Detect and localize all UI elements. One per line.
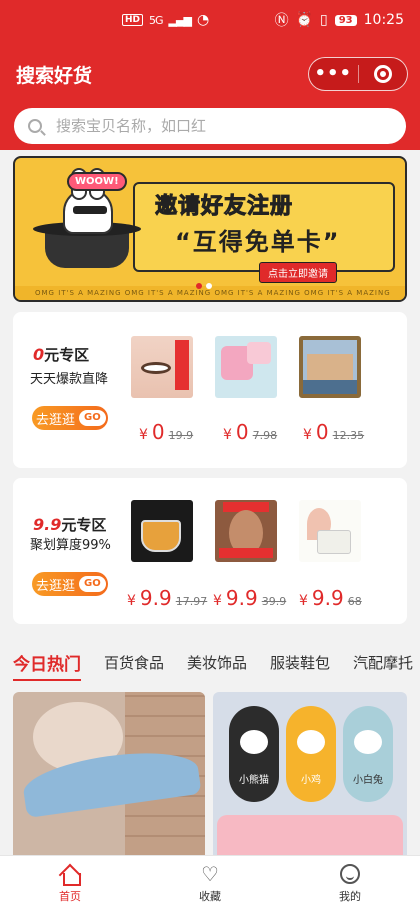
- product-price: ¥0 7.98: [223, 420, 278, 444]
- product-image[interactable]: [215, 500, 277, 562]
- product-image[interactable]: [131, 336, 193, 398]
- tab-auto-moto[interactable]: 汽配摩托: [353, 652, 413, 673]
- tab-beauty[interactable]: 美妆饰品: [187, 652, 247, 673]
- zero-yuan-zone-card: 0元专区 天天爆款直降 去逛逛 GO ¥0 19.9 ¥0 7.98 ¥0 12.35: [13, 312, 407, 468]
- product-price: ¥9.9 39.9: [213, 586, 287, 610]
- zone-subtitle: 天天爆款直降: [30, 372, 109, 387]
- feed-item-image[interactable]: 小熊猫 小鸡 小白兔: [213, 692, 407, 855]
- carousel-dot[interactable]: [196, 283, 202, 289]
- zone-subtitle: 聚划算度99%: [30, 538, 111, 553]
- wifi-icon: ◔: [196, 12, 210, 28]
- banner-badge: WOOW!: [67, 172, 127, 191]
- search-input[interactable]: [56, 117, 356, 135]
- close-button[interactable]: [359, 65, 408, 83]
- browse-button[interactable]: 去逛逛 GO: [32, 572, 108, 596]
- banner-headline: 邀请好友注册: [154, 194, 294, 220]
- nav-label: 我的: [339, 890, 361, 903]
- chick-cup-label: 小鸡: [286, 706, 336, 802]
- bottom-nav: 首页 ♡ 收藏 我的: [0, 855, 420, 910]
- title-bar: 搜索好货 •••: [0, 40, 420, 108]
- tab-apparel[interactable]: 服装鞋包: [270, 652, 330, 673]
- browse-button[interactable]: 去逛逛 GO: [32, 406, 108, 430]
- tab-groceries[interactable]: 百货食品: [104, 652, 164, 673]
- search-icon: [28, 119, 42, 133]
- status-bar: HD 5G ▂▄▆ ◔ Ⓝ ⏰ ▯ 93 10:25: [0, 0, 420, 40]
- feed-item-image[interactable]: [13, 692, 205, 855]
- signal-icon: ▂▄▆: [168, 13, 192, 27]
- nine-yuan-zone-card: 9.9元专区 聚划算度99% 去逛逛 GO ¥9.9 17.97 ¥9.9 39.9 …: [13, 478, 407, 624]
- product-image[interactable]: [131, 500, 193, 562]
- close-icon: [373, 65, 392, 83]
- product-image[interactable]: [299, 500, 361, 562]
- banner-subheadline: “互得免单卡”: [175, 228, 341, 256]
- nav-home[interactable]: 首页: [0, 856, 140, 910]
- product-price: ¥9.9 68: [299, 586, 362, 610]
- vibrate-icon: ▯: [320, 12, 328, 28]
- panda-cup-label: 小熊猫: [229, 706, 279, 802]
- nav-profile[interactable]: 我的: [280, 856, 420, 910]
- invite-button[interactable]: 点击立即邀请: [259, 262, 337, 283]
- carousel-dot[interactable]: [206, 283, 212, 289]
- product-price: ¥0 12.35: [303, 420, 365, 444]
- zone-title: 0元专区: [33, 345, 90, 364]
- user-icon: [340, 864, 360, 884]
- home-icon: [60, 864, 81, 886]
- carousel-indicator: [196, 283, 212, 289]
- nfc-icon: Ⓝ: [274, 13, 289, 29]
- product-image[interactable]: [215, 336, 277, 398]
- promo-banner[interactable]: WOOW! 邀请好友注册 “互得免单卡” 点击立即邀请 OMG IT'S A M…: [13, 156, 407, 302]
- zone-title: 9.9元专区: [33, 515, 107, 534]
- network-label: 5G: [149, 13, 163, 27]
- battery-level: 93: [334, 14, 357, 26]
- product-image[interactable]: [299, 336, 361, 398]
- clock-time: 10:25: [363, 12, 404, 28]
- product-price: ¥0 19.9: [139, 420, 194, 444]
- nav-label: 首页: [59, 890, 81, 903]
- alarm-icon: ⏰: [295, 12, 313, 28]
- search-bar[interactable]: [14, 108, 406, 144]
- nav-favorites[interactable]: ♡ 收藏: [140, 856, 280, 910]
- page-title: 搜索好货: [16, 64, 93, 87]
- mini-program-capsule: •••: [308, 57, 408, 91]
- magic-hat-icon: [33, 222, 141, 268]
- more-menu-button[interactable]: •••: [309, 57, 358, 91]
- rabbit-icon: [63, 168, 113, 234]
- rabbit-cup-label: 小白兔: [343, 706, 393, 802]
- heart-icon: ♡: [201, 862, 219, 886]
- hd-badge: HD: [122, 14, 144, 26]
- product-price: ¥9.9 17.97: [127, 586, 208, 610]
- tab-hot-today[interactable]: 今日热门: [13, 650, 81, 681]
- category-tabs: 今日热门 百货食品 美妆饰品 服装鞋包 汽配摩托: [0, 640, 420, 684]
- nav-label: 收藏: [199, 890, 221, 903]
